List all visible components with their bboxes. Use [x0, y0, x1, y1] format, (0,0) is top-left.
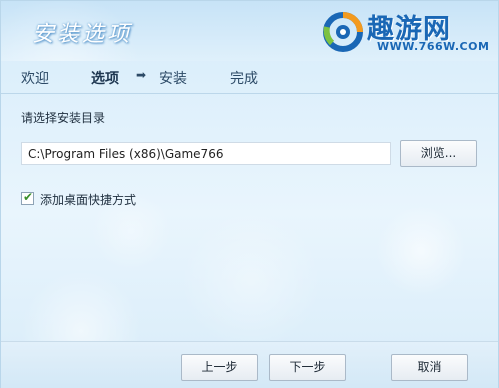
next-button[interactable]: 下一步 [269, 354, 346, 381]
step-finish: 完成 [230, 71, 258, 87]
installer-window: 安装选项 趣游网 WWW.766W.COM 欢迎 选项 ➡ 安装 完成 请选择安… [0, 0, 499, 388]
step-indicator: 欢迎 选项 ➡ 安装 完成 [1, 61, 498, 94]
checkmark-icon: ✔ [23, 190, 34, 204]
install-dir-label: 请选择安装目录 [21, 111, 106, 125]
brand-logo: 趣游网 WWW.766W.COM [323, 7, 491, 59]
logo-mark-icon [323, 12, 363, 52]
logo-url: WWW.766W.COM [377, 40, 490, 53]
install-path-input[interactable] [21, 142, 391, 165]
step-install: 安装 [159, 71, 187, 87]
step-welcome: 欢迎 [21, 71, 49, 87]
window-title: 安装选项 [32, 22, 133, 47]
step-options: 选项 [91, 71, 119, 87]
desktop-shortcut-label: 添加桌面快捷方式 [40, 193, 137, 207]
header: 安装选项 趣游网 WWW.766W.COM [1, 1, 498, 61]
arrow-right-icon: ➡ [136, 68, 147, 82]
cancel-button[interactable]: 取消 [391, 354, 468, 381]
desktop-shortcut-checkbox[interactable]: ✔ [21, 190, 34, 205]
browse-button[interactable]: 浏览... [400, 140, 477, 167]
previous-button[interactable]: 上一步 [181, 354, 258, 381]
